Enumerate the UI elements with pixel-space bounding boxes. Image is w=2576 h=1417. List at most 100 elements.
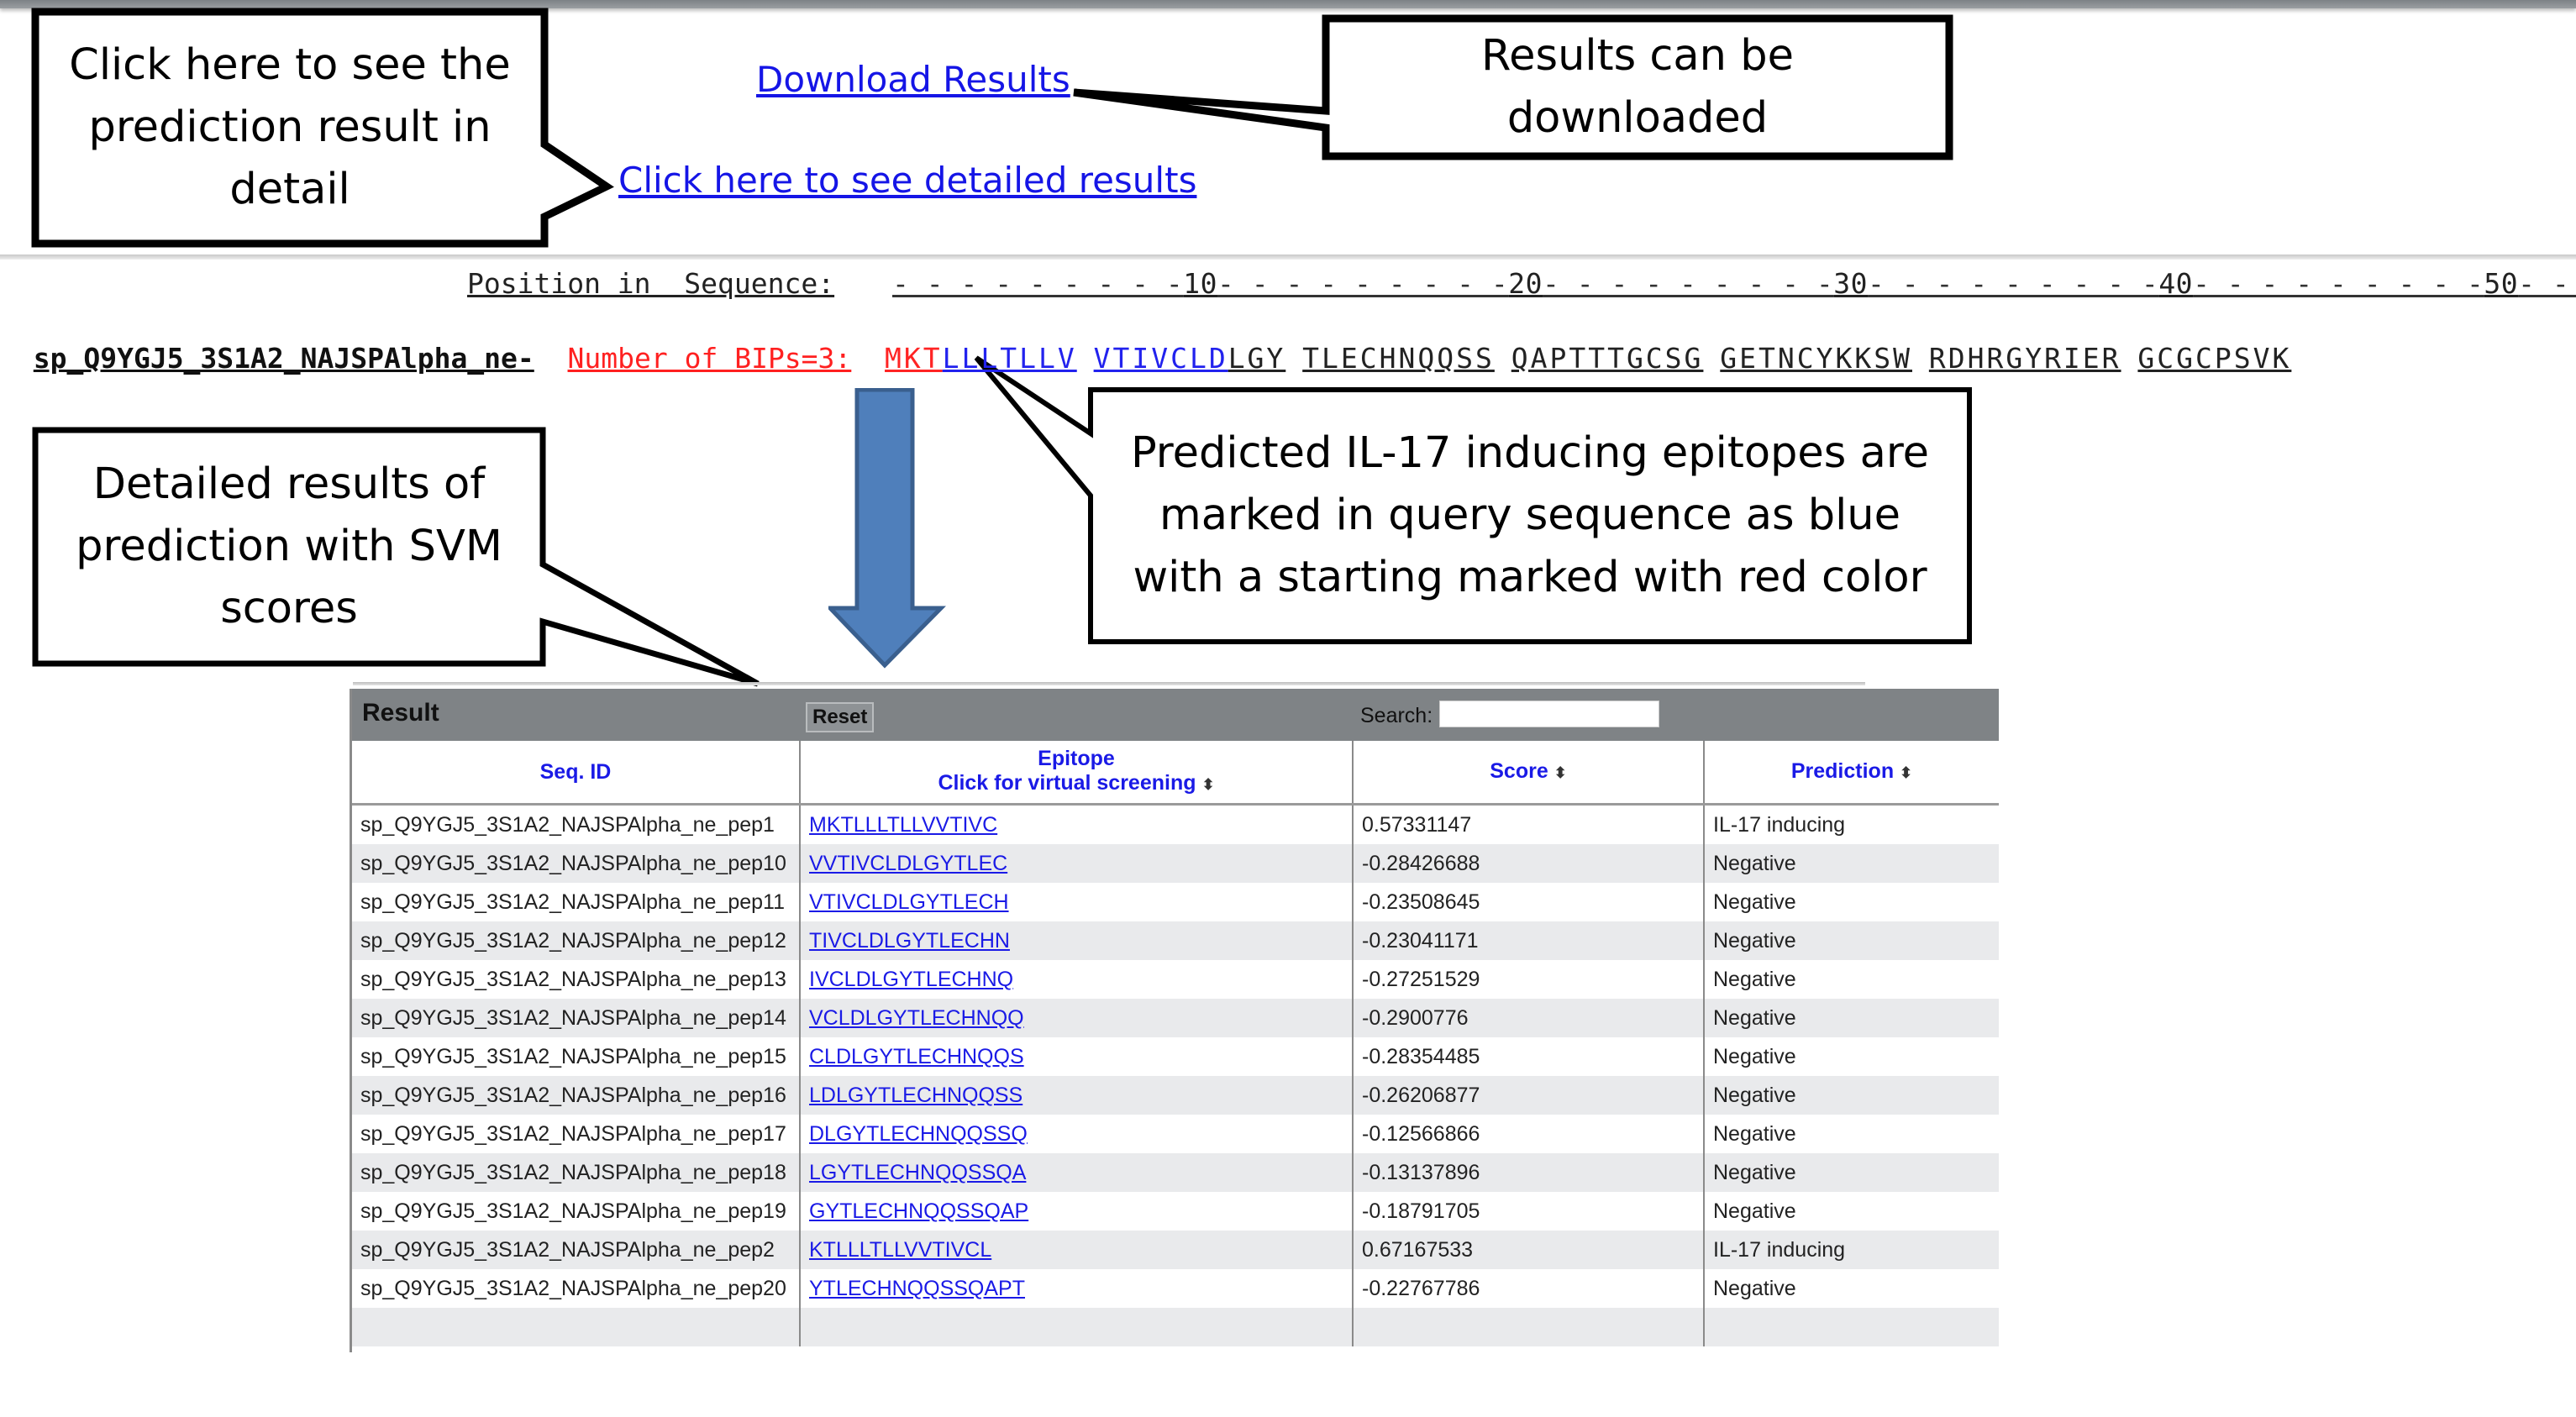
residue-segment-red: MKT bbox=[885, 342, 943, 375]
position-ruler: - - - - - - - - -10- - - - - - - - -20- … bbox=[892, 267, 2576, 300]
reset-button[interactable]: Reset bbox=[806, 702, 875, 732]
cell-prediction: Negative bbox=[1713, 1044, 1796, 1068]
cell-score: -0.2900776 bbox=[1353, 999, 1705, 1037]
download-results-link[interactable]: Download Results bbox=[756, 59, 1070, 100]
residue-segment-black: LGY bbox=[1228, 342, 1286, 375]
cell-prediction: Negative bbox=[1713, 890, 1796, 914]
table-row-partial bbox=[352, 1308, 1999, 1346]
ruler-mark: 10 bbox=[1183, 267, 1218, 300]
cell-score: -0.13137896 bbox=[1353, 1153, 1705, 1192]
table-row: sp_Q9YGJ5_3S1A2_NAJSPAlpha_ne_pep18 LGYTL… bbox=[352, 1153, 1999, 1192]
cell-score: 0.67167533 bbox=[1353, 1231, 1705, 1269]
cell-epitope: LDLGYTLECHNQQSS bbox=[800, 1076, 1354, 1115]
sort-updown-icon[interactable]: ⬍ bbox=[1900, 764, 1912, 781]
epitope-link[interactable]: VVTIVCLDLGYTLEC bbox=[809, 852, 1007, 875]
cell-epitope: GYTLECHNQQSSQAP bbox=[800, 1192, 1354, 1231]
cell-score: -0.26206877 bbox=[1353, 1076, 1705, 1115]
cell-seq-id: sp_Q9YGJ5_3S1A2_NAJSPAlpha_ne_pep10 bbox=[352, 844, 801, 883]
epitope-link[interactable]: LGYTLECHNQQSSQA bbox=[809, 1161, 1026, 1184]
epitope-link[interactable]: LDLGYTLECHNQQSS bbox=[809, 1084, 1023, 1107]
cell-prediction: Negative bbox=[1704, 999, 1999, 1037]
residue-segment-blue: LLLTLLV bbox=[942, 342, 1077, 375]
epitope-link[interactable]: GYTLECHNQQSSQAP bbox=[809, 1199, 1028, 1223]
cell-seq-id: sp_Q9YGJ5_3S1A2_NAJSPAlpha_ne_pep16 bbox=[352, 1076, 801, 1115]
table-top-divider bbox=[353, 682, 1865, 685]
result-toolbar: Result Reset Search: bbox=[352, 689, 1999, 741]
cell-score: 0.57331147 bbox=[1353, 804, 1705, 844]
cell-epitope: DLGYTLECHNQQSSQ bbox=[800, 1115, 1354, 1153]
epitope-link[interactable]: VTIVCLDLGYTLECH bbox=[809, 890, 1009, 914]
residue-segment-black: TLECHNQQSS bbox=[1302, 342, 1495, 375]
ruler-ticks: - - - - - - - - - bbox=[2193, 267, 2484, 300]
epitope-link[interactable]: IVCLDLGYTLECHNQ bbox=[809, 968, 1013, 991]
ruler-mark: 40 bbox=[2158, 267, 2194, 300]
epitope-link[interactable]: DLGYTLECHNQQSSQ bbox=[809, 1122, 1028, 1146]
sequence-id: sp_Q9YGJ5_3S1A2_NAJSPAlpha_ne- bbox=[33, 342, 534, 375]
result-title: Result bbox=[362, 699, 439, 727]
ruler-mark: 50 bbox=[2484, 267, 2519, 300]
table-row: sp_Q9YGJ5_3S1A2_NAJSPAlpha_ne_pep19 GYTLE… bbox=[352, 1192, 1999, 1231]
epitope-link[interactable]: TIVCLDLGYTLECHN bbox=[809, 929, 1010, 953]
down-arrow-icon bbox=[828, 388, 946, 669]
cell-epitope: YTLECHNQQSSQAPT bbox=[800, 1269, 1354, 1308]
sequence-row: sp_Q9YGJ5_3S1A2_NAJSPAlpha_ne- Number of… bbox=[0, 309, 2308, 375]
cell-prediction: Negative bbox=[1704, 1076, 1999, 1115]
cell-prediction: Negative bbox=[1704, 1153, 1999, 1192]
epitope-link[interactable]: YTLECHNQQSSQAPT bbox=[809, 1277, 1025, 1300]
column-label: Prediction bbox=[1790, 758, 1895, 783]
table-body: sp_Q9YGJ5_3S1A2_NAJSPAlpha_ne_pep1 MKTLLL… bbox=[352, 804, 1999, 1346]
cell-epitope: IVCLDLGYTLECHNQ bbox=[800, 960, 1354, 999]
cell-prediction: IL-17 inducing bbox=[1713, 812, 1846, 837]
table-row: sp_Q9YGJ5_3S1A2_NAJSPAlpha_ne_pep1 MKTLLL… bbox=[352, 804, 1999, 844]
cell bbox=[352, 1308, 801, 1346]
detailed-results-link[interactable]: Click here to see detailed results bbox=[618, 160, 1196, 201]
column-header-seq-id[interactable]: Seq. ID bbox=[352, 741, 801, 806]
cell-prediction: Negative bbox=[1713, 1199, 1796, 1223]
column-header-score[interactable]: Score ⬍ bbox=[1353, 741, 1705, 806]
sort-updown-icon[interactable]: ⬍ bbox=[1554, 764, 1567, 781]
residue-segment-black: GCGCPSVK bbox=[2137, 342, 2292, 375]
position-label: Position in Sequence: bbox=[467, 267, 835, 300]
callout-svm-text: Detailed results of prediction with SVM … bbox=[76, 459, 502, 633]
callout-download-text: Results can be downloaded bbox=[1481, 31, 1794, 143]
cell-seq-id: sp_Q9YGJ5_3S1A2_NAJSPAlpha_ne_pep2 bbox=[352, 1231, 801, 1269]
epitope-link[interactable]: CLDLGYTLECHNQQS bbox=[809, 1045, 1024, 1068]
cell-seq-id: sp_Q9YGJ5_3S1A2_NAJSPAlpha_ne_pep11 bbox=[352, 883, 801, 921]
cell-score: -0.12566866 bbox=[1353, 1115, 1705, 1153]
cell-prediction: Negative bbox=[1713, 1121, 1796, 1146]
ruler-ticks: - - - - - - - - - bbox=[892, 267, 1184, 300]
cell-score: -0.28354485 bbox=[1353, 1037, 1705, 1076]
cell-score: -0.23041171 bbox=[1353, 921, 1705, 960]
cell-seq-id: sp_Q9YGJ5_3S1A2_NAJSPAlpha_ne_pep20 bbox=[352, 1269, 801, 1308]
cell-seq-id: sp_Q9YGJ5_3S1A2_NAJSPAlpha_ne_pep12 bbox=[352, 921, 801, 960]
table-row: sp_Q9YGJ5_3S1A2_NAJSPAlpha_ne_pep20 YTLEC… bbox=[352, 1269, 1999, 1308]
cell-seq-id: sp_Q9YGJ5_3S1A2_NAJSPAlpha_ne_pep17 bbox=[352, 1115, 801, 1153]
epitope-link[interactable]: KTLLLTLLVVTIVCL bbox=[809, 1238, 991, 1262]
table-row: sp_Q9YGJ5_3S1A2_NAJSPAlpha_ne_pep15 CLDLG… bbox=[352, 1037, 1999, 1076]
top-window-bar bbox=[0, 0, 2576, 8]
column-label: Score bbox=[1490, 758, 1548, 783]
cell-epitope: TIVCLDLGYTLECHN bbox=[800, 921, 1354, 960]
epitope-link[interactable]: MKTLLLTLLVVTIVC bbox=[809, 813, 997, 837]
column-header-prediction[interactable]: Prediction ⬍ bbox=[1704, 741, 1999, 806]
sort-updown-icon[interactable]: ⬍ bbox=[1201, 776, 1214, 793]
table-row: sp_Q9YGJ5_3S1A2_NAJSPAlpha_ne_pep11 VTIVC… bbox=[352, 883, 1999, 921]
cell-seq-id: sp_Q9YGJ5_3S1A2_NAJSPAlpha_ne_pep18 bbox=[352, 1153, 801, 1192]
residue-segment-black: GETNCYKKSW bbox=[1720, 342, 1912, 375]
cell-score: -0.22767786 bbox=[1353, 1269, 1705, 1308]
cell-epitope: LGYTLECHNQQSSQA bbox=[800, 1153, 1354, 1192]
search-input[interactable] bbox=[1439, 701, 1659, 727]
cell-score: -0.27251529 bbox=[1353, 960, 1705, 999]
cell-score: -0.23508645 bbox=[1353, 883, 1705, 921]
cell-epitope: VTIVCLDLGYTLECH bbox=[800, 883, 1354, 921]
cell bbox=[1704, 1308, 1999, 1346]
cell-seq-id: sp_Q9YGJ5_3S1A2_NAJSPAlpha_ne_pep19 bbox=[352, 1192, 801, 1231]
column-header-epitope[interactable]: Epitope Click for virtual screening ⬍ bbox=[800, 741, 1354, 806]
cell-epitope: VVTIVCLDLGYTLEC bbox=[800, 844, 1354, 883]
ruler-mark: 30 bbox=[1833, 267, 1869, 300]
ruler-mark: 20 bbox=[1508, 267, 1543, 300]
epitope-link[interactable]: VCLDLGYTLECHNQQ bbox=[809, 1006, 1024, 1030]
cell-prediction: Negative bbox=[1704, 921, 1999, 960]
ruler-ticks: - - - - - - - - - bbox=[2518, 267, 2570, 300]
table-row: sp_Q9YGJ5_3S1A2_NAJSPAlpha_ne_pep14 VCLDL… bbox=[352, 999, 1999, 1037]
